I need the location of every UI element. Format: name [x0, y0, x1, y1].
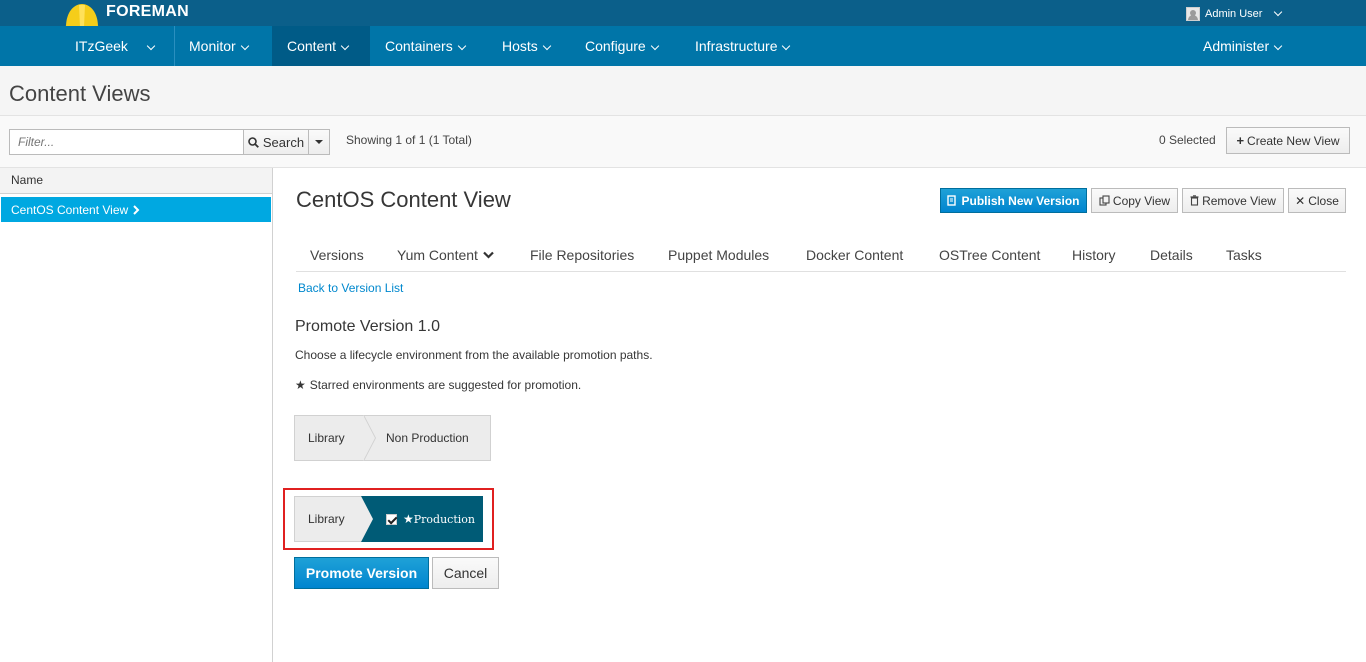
star-icon: ★ — [403, 512, 414, 526]
chevron-down-icon — [1273, 41, 1283, 51]
top-bar: FOREMAN Admin User — [0, 0, 1366, 32]
search-icon — [248, 136, 259, 148]
remove-view-label: Remove View — [1202, 193, 1276, 208]
env-library-label: Library — [308, 431, 345, 445]
file-icon — [947, 195, 957, 206]
promotion-path-2: Library ★ Production — [294, 496, 483, 542]
nav-configure[interactable]: Configure — [585, 26, 659, 66]
nav-org-switcher[interactable]: ITzGeek — [75, 26, 156, 66]
nav-containers[interactable]: Containers — [385, 26, 466, 66]
remove-view-button[interactable]: Remove View — [1182, 188, 1284, 213]
env-non-production-label: Non Production — [386, 431, 469, 445]
chevron-down-icon — [240, 41, 249, 51]
trash-icon — [1190, 195, 1199, 206]
cancel-button[interactable]: Cancel — [432, 557, 499, 589]
nav-monitor-label: Monitor — [189, 38, 236, 54]
tab-history[interactable]: History — [1072, 247, 1116, 263]
close-icon: ✕ — [1295, 193, 1306, 208]
nav-monitor[interactable]: Monitor — [189, 26, 249, 66]
close-label: Close — [1308, 193, 1339, 208]
env-production[interactable]: ★ Production — [361, 496, 483, 542]
tab-file-repositories[interactable]: File Repositories — [530, 247, 634, 263]
path-arrow — [363, 415, 375, 461]
promote-version-heading: Promote Version 1.0 — [295, 318, 440, 335]
nav-infrastructure[interactable]: Infrastructure — [695, 26, 791, 66]
star-icon: ★ — [295, 378, 306, 392]
env-library: Library — [294, 415, 376, 461]
list-item-label: CentOS Content View — [11, 202, 129, 217]
nav-infrastructure-label: Infrastructure — [695, 38, 778, 54]
result-count: Showing 1 of 1 (1 Total) — [346, 133, 472, 147]
search-button[interactable]: Search — [243, 129, 309, 155]
chevron-down-icon — [1274, 7, 1283, 17]
list-item[interactable]: CentOS Content View — [1, 197, 271, 222]
create-new-view-button[interactable]: + Create New View — [1226, 127, 1350, 154]
chevron-down-icon — [483, 251, 494, 259]
promote-version-button[interactable]: Promote Version — [294, 557, 429, 589]
chevron-down-icon — [457, 41, 466, 51]
chevron-down-icon — [650, 41, 659, 51]
nav-administer[interactable]: Administer — [1203, 26, 1283, 66]
chevron-down-icon — [782, 41, 791, 51]
publish-new-version-button[interactable]: Publish New Version — [940, 188, 1087, 213]
list-toolbar: Search Showing 1 of 1 (1 Total) 0 Select… — [0, 116, 1366, 168]
promotion-help-text: Choose a lifecycle environment from the … — [295, 348, 653, 362]
tab-versions[interactable]: Versions — [310, 247, 364, 263]
content-view-list: Name CentOS Content View — [0, 168, 273, 662]
tab-docker-content[interactable]: Docker Content — [806, 247, 903, 263]
copy-view-label: Copy View — [1112, 193, 1171, 208]
env-non-production[interactable]: Non Production — [364, 415, 491, 461]
filter-input[interactable] — [9, 129, 244, 155]
tab-ostree-content[interactable]: OSTree Content — [939, 247, 1040, 263]
close-button[interactable]: ✕ Close — [1288, 188, 1346, 213]
create-new-view-label: Create New View — [1247, 133, 1340, 148]
chevron-right-icon — [133, 204, 140, 215]
tab-yum-content[interactable]: Yum Content — [397, 247, 494, 263]
chevron-down-icon — [542, 41, 552, 51]
caret-down-icon — [315, 140, 323, 144]
user-name: Admin User — [1205, 8, 1263, 20]
search-options-dropdown[interactable] — [309, 129, 330, 155]
copy-view-button[interactable]: Copy View — [1091, 188, 1178, 213]
nav-org-label: ITzGeek — [75, 38, 128, 54]
nav-containers-label: Containers — [385, 38, 453, 54]
tab-puppet-modules[interactable]: Puppet Modules — [668, 247, 769, 263]
nav-hosts[interactable]: Hosts — [502, 26, 552, 66]
env-production-checkbox[interactable] — [386, 513, 397, 525]
page-header: Content Views — [0, 66, 1366, 116]
back-to-version-list-link[interactable]: Back to Version List — [298, 281, 403, 295]
tab-tasks[interactable]: Tasks — [1226, 247, 1262, 263]
nav-hosts-label: Hosts — [502, 38, 538, 54]
selected-count: 0 Selected — [1159, 133, 1216, 147]
content-view-title: CentOS Content View — [296, 187, 511, 212]
path-arrow — [361, 496, 373, 542]
nav-content[interactable]: Content — [272, 26, 370, 66]
nav-content-label: Content — [287, 38, 337, 54]
main-nav: ITzGeek Monitor Content Containers Hosts… — [0, 26, 1366, 66]
promotion-path-1: Library Non Production — [294, 415, 491, 461]
env-library-label: Library — [308, 512, 345, 526]
content-view-tabs: Versions Yum Content File Repositories P… — [296, 240, 1346, 272]
list-header-name[interactable]: Name — [0, 168, 272, 194]
nav-configure-label: Configure — [585, 38, 646, 54]
nav-divider — [174, 26, 175, 66]
page-title: Content Views — [9, 81, 151, 106]
tab-yum-content-label: Yum Content — [397, 247, 478, 263]
brand-name[interactable]: FOREMAN — [106, 3, 189, 21]
plus-icon: + — [1236, 133, 1245, 148]
user-menu[interactable]: Admin User — [1186, 7, 1283, 21]
copy-icon — [1099, 195, 1110, 206]
starred-help-label: Starred environments are suggested for p… — [309, 378, 582, 392]
publish-new-version-label: Publish New Version — [961, 193, 1080, 208]
tab-details[interactable]: Details — [1150, 247, 1193, 263]
chevron-down-icon — [146, 41, 156, 51]
env-production-label: Production — [413, 512, 475, 526]
user-avatar-icon — [1186, 7, 1200, 21]
search-button-label: Search — [262, 134, 305, 150]
nav-administer-label: Administer — [1203, 38, 1270, 54]
chevron-down-icon — [340, 41, 350, 51]
starred-help-text: ★ Starred environments are suggested for… — [295, 378, 581, 392]
env-library: Library — [294, 496, 361, 542]
